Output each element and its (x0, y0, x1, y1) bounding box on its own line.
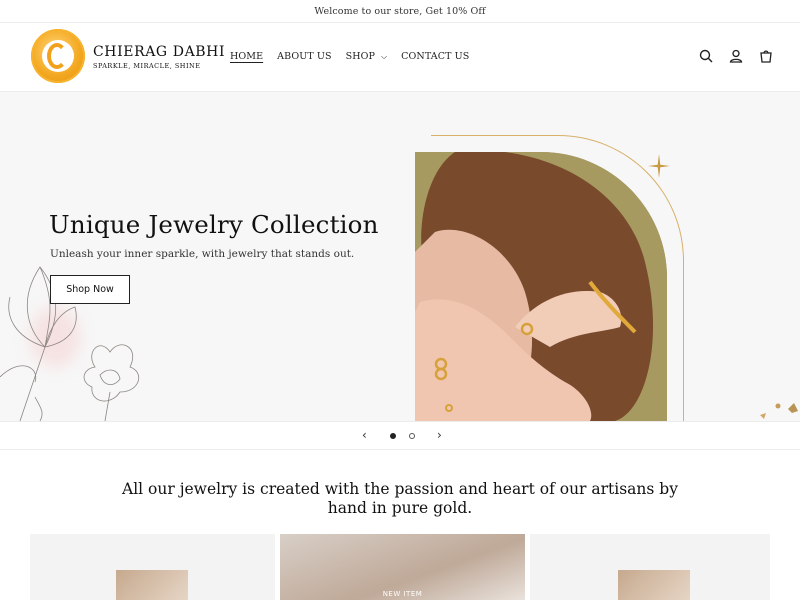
hero-model-photo (415, 152, 667, 421)
hero-subtitle: Unleash your inner sparkle, with jewelry… (50, 248, 355, 260)
collection-card-featured[interactable]: NEW ITEM (280, 534, 525, 600)
sparkle-icon (648, 154, 670, 178)
hero-banner: Unique Jewelry Collection Unleash your i… (0, 92, 800, 421)
featured-collections: NEW ITEM (30, 534, 770, 600)
announcement-text: Welcome to our store, Get 10% Off (314, 5, 486, 17)
brand-logo[interactable] (31, 29, 85, 83)
nav-shop[interactable]: SHOP ⌵ (346, 51, 388, 62)
nav-home[interactable]: HOME (230, 51, 263, 62)
new-item-label: NEW ITEM (382, 590, 423, 598)
collection-thumbnail (618, 570, 690, 600)
slider-next-arrow[interactable]: › (437, 428, 442, 442)
shop-now-button[interactable]: Shop Now (50, 275, 130, 304)
slider-controls: ‹ › (0, 421, 800, 450)
search-icon[interactable] (698, 48, 714, 64)
announcement-bar: Welcome to our store, Get 10% Off (0, 0, 800, 23)
account-icon[interactable] (728, 48, 744, 64)
gold-flakes-decoration (760, 403, 798, 419)
brand-name: CHIERAG DABHI (93, 44, 226, 60)
slider-prev-arrow[interactable]: ‹ (362, 428, 367, 442)
site-header: CHIERAG DABHI SPARKLE, MIRACLE, SHINE HO… (0, 23, 800, 92)
header-icons (698, 48, 774, 64)
brand[interactable]: CHIERAG DABHI SPARKLE, MIRACLE, SHINE (93, 44, 225, 70)
chevron-down-icon: ⌵ (381, 51, 388, 61)
slider-dot[interactable] (390, 433, 396, 439)
collection-card[interactable] (30, 534, 275, 600)
main-nav: HOME ABOUT US SHOP ⌵ CONTACT US (230, 51, 469, 62)
nav-about-us[interactable]: ABOUT US (277, 51, 331, 62)
collection-thumbnail (116, 570, 188, 600)
hero-title: Unique Jewelry Collection (49, 210, 379, 239)
slider-dot[interactable] (409, 433, 415, 439)
nav-contact-us[interactable]: CONTACT US (401, 51, 469, 62)
collection-card[interactable] (530, 534, 770, 600)
brand-tagline: SPARKLE, MIRACLE, SHINE (93, 62, 201, 70)
cart-icon[interactable] (758, 48, 774, 64)
brand-statement: All our jewelry is created with the pass… (122, 480, 678, 517)
